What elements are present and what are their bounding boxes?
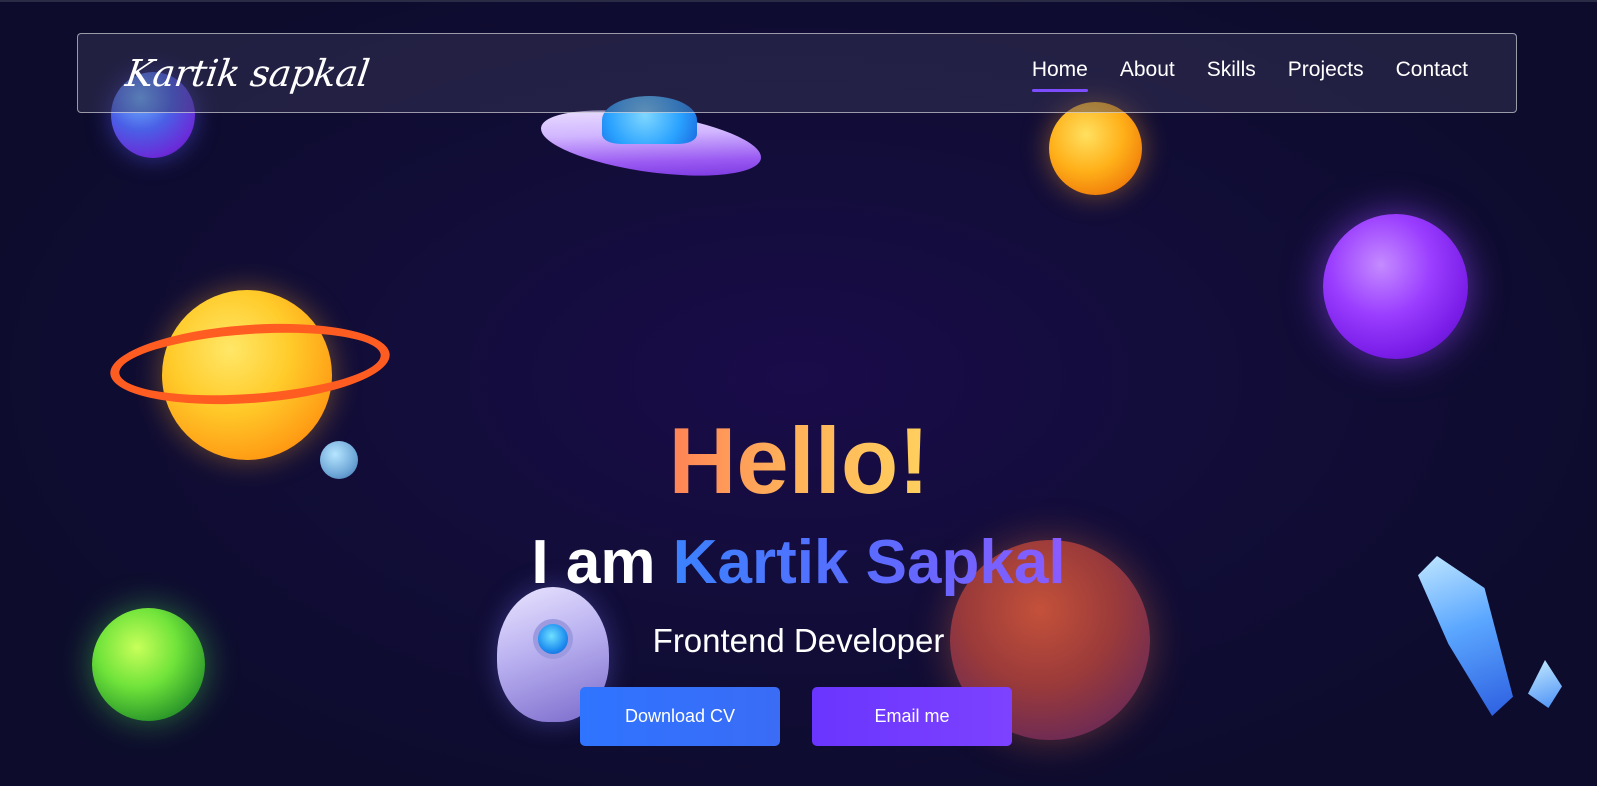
planet-ring [107,315,393,413]
gold-planet-icon [1049,102,1142,195]
email-me-button[interactable]: Email me [812,687,1012,746]
nav-menu: Home About Skills Projects Contact [1031,58,1468,92]
nav-contact-link[interactable]: Contact [1396,58,1468,88]
hero-greeting: Hello! [654,414,944,508]
hero-intro-prefix: I am [531,528,673,597]
hero-name: Kartik Sapkal [672,528,1066,597]
top-border-line [0,0,1597,2]
moon-icon [320,441,358,479]
download-cv-button[interactable]: Download CV [580,687,780,746]
nav-skills-link[interactable]: Skills [1207,58,1256,88]
purple-planet-icon [1323,214,1468,359]
hero-intro: I am Kartik Sapkal [0,532,1597,594]
hero-role: Frontend Developer [652,622,945,659]
navbar: Kartik sapkal Home About Skills Projects… [77,33,1517,113]
nav-projects-link[interactable]: Projects [1288,58,1364,88]
nav-home-link[interactable]: Home [1031,58,1088,92]
logo[interactable]: Kartik sapkal [123,52,372,95]
small-crystal-icon [1528,660,1562,708]
nav-about-link[interactable]: About [1120,58,1175,88]
hero-buttons: Download CV Email me [580,687,1012,746]
